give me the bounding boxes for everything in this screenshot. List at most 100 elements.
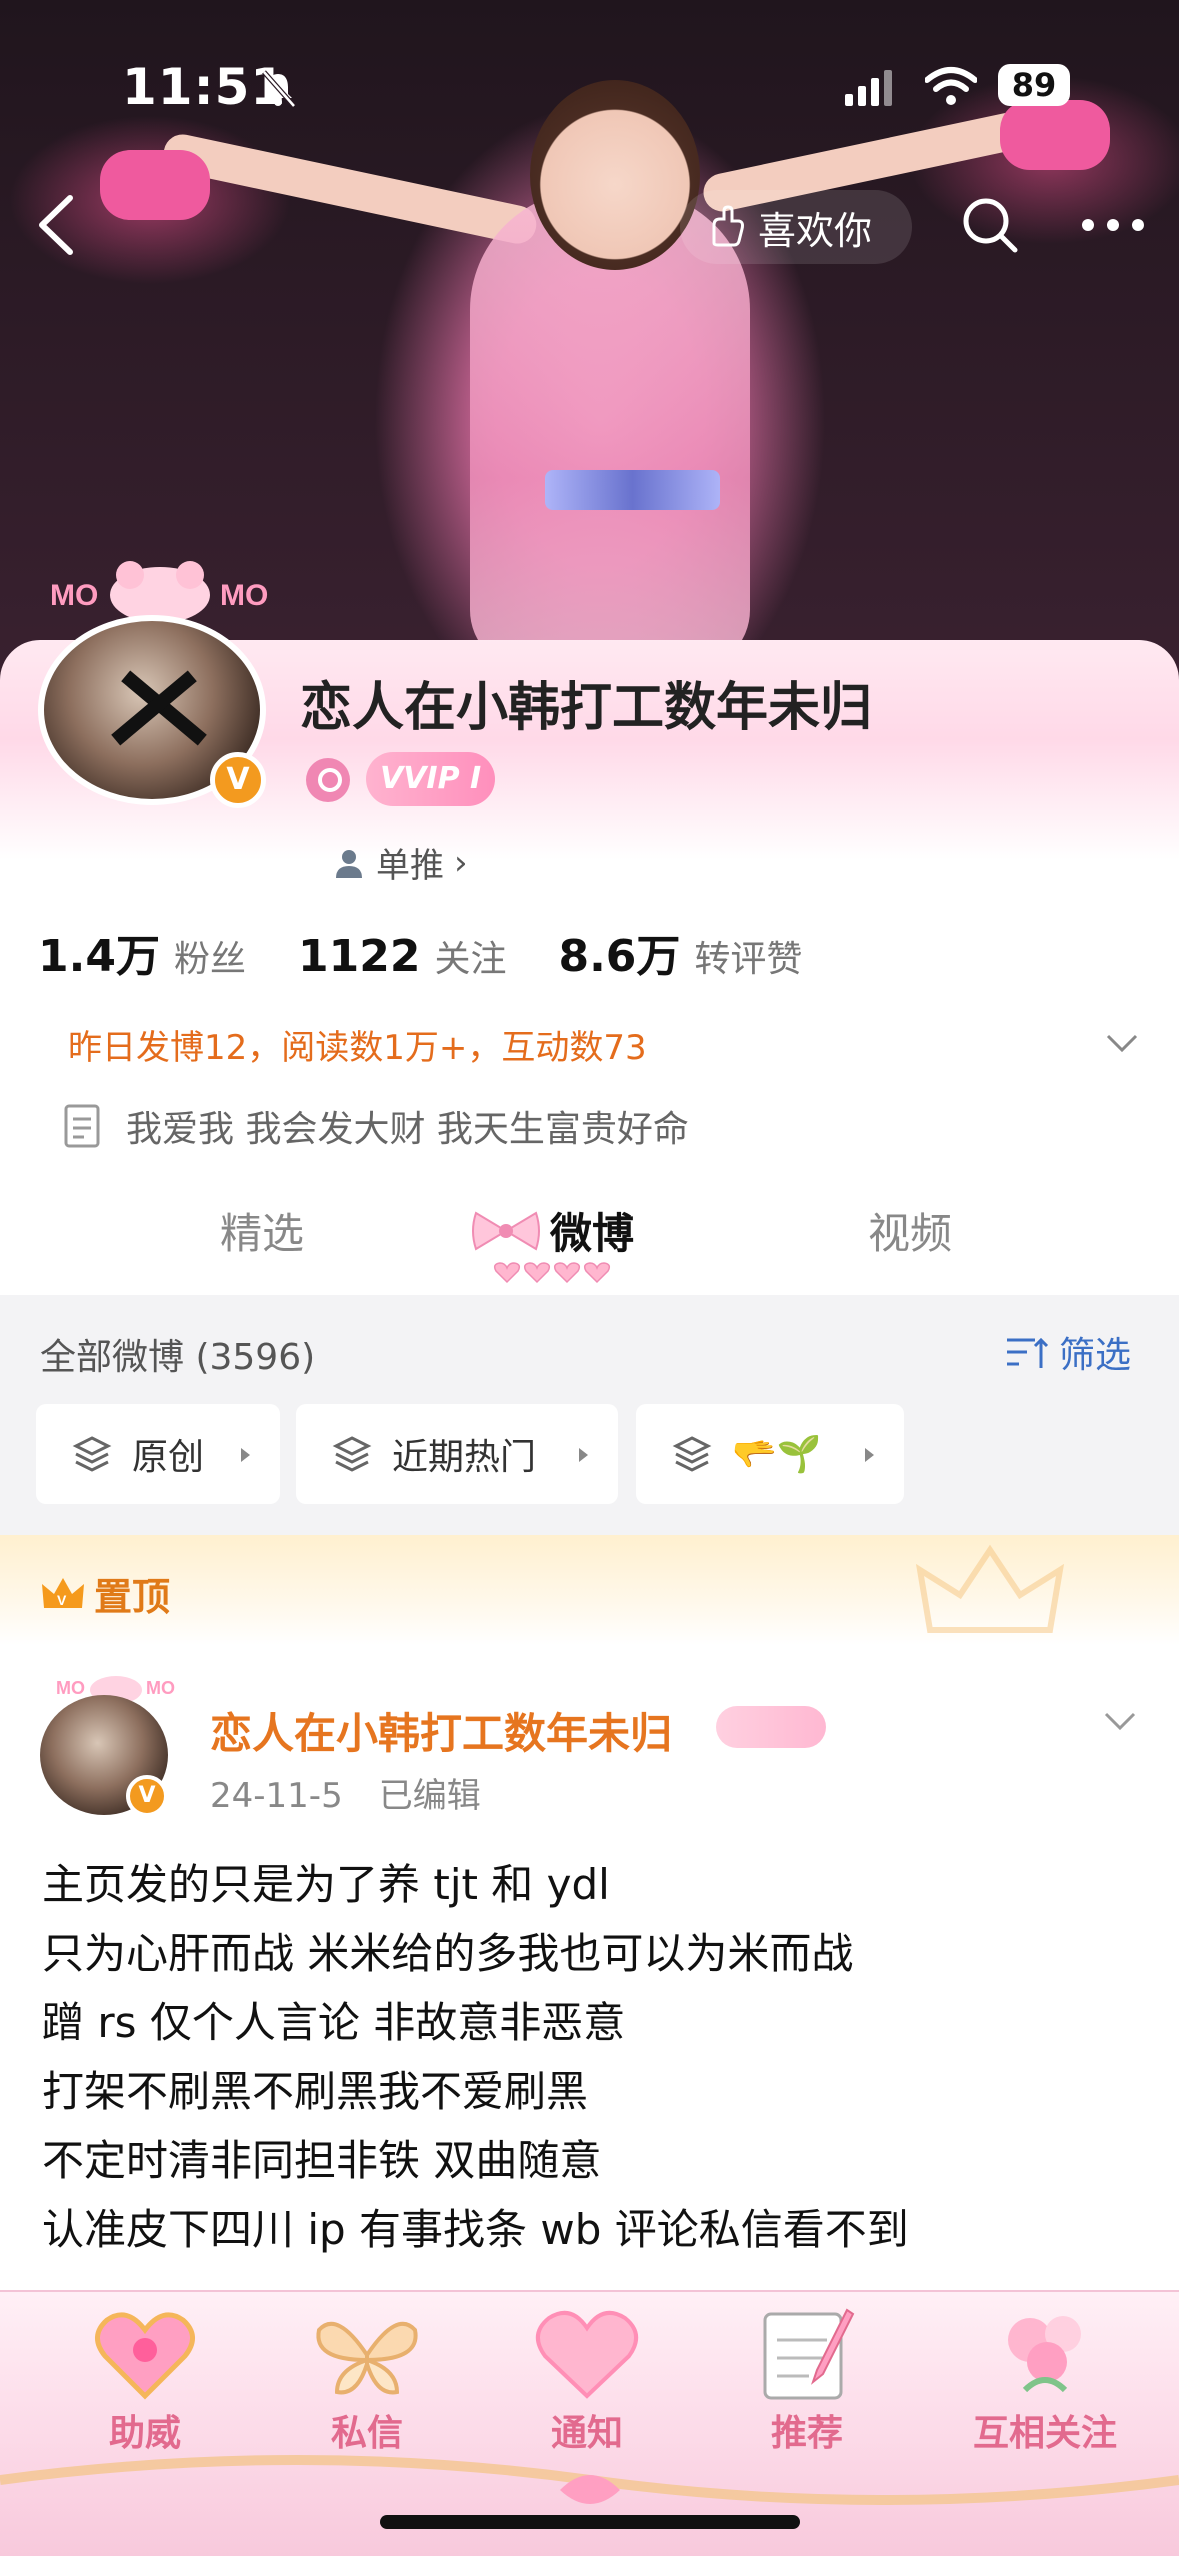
filter-chip-recent-hot[interactable]: 近期热门: [296, 1404, 618, 1504]
svg-text:MO: MO: [56, 1678, 85, 1698]
cover-decoration: [100, 150, 210, 220]
layers-icon: [672, 1436, 712, 1472]
tab-video[interactable]: 视频: [868, 1200, 952, 1261]
search-badge-icon[interactable]: [306, 758, 350, 802]
status-bar: 11:51 89: [0, 40, 1179, 130]
tab-label: 私信: [330, 2413, 403, 2454]
battery-level: 89: [998, 64, 1070, 106]
tab-messages[interactable]: 私信: [272, 2300, 462, 2470]
tab-label: 推荐: [770, 2413, 843, 2454]
chevron-right-icon: ›: [454, 842, 468, 883]
activity-summary: 昨日发博12，阅读数1万+，互动数73: [68, 1028, 647, 1068]
stat-label: 转评赞: [694, 939, 803, 980]
filter-icon: [1007, 1337, 1049, 1368]
tab-notifications[interactable]: 通知: [492, 2300, 682, 2470]
crown-icon: V: [42, 1577, 84, 1608]
post-line: 认准皮下四川 ip 有事找条 wb 评论私信看不到: [42, 2205, 909, 2254]
layers-icon: [72, 1436, 112, 1472]
svg-text:MO: MO: [50, 579, 98, 612]
back-arrow-icon[interactable]: [28, 190, 88, 260]
layers-icon: [332, 1436, 372, 1472]
tab-label: 通知: [550, 2413, 623, 2454]
filter-label: 筛选: [1059, 1335, 1132, 1376]
post-edited: 已编辑: [378, 1776, 481, 1816]
vvip-badge[interactable]: VVIP I: [366, 752, 496, 806]
butterfly-icon: [316, 2321, 418, 2395]
stat-following[interactable]: 1122 关注: [298, 930, 506, 982]
post-body[interactable]: 主页发的只是为了养 tjt 和 ydl 只为心肝而战 米米给的多我也可以为米而战…: [42, 1850, 1142, 2264]
filter-button[interactable]: 筛选: [1005, 1326, 1131, 1378]
cover-decoration: [545, 470, 720, 510]
person-icon: [336, 849, 362, 878]
tab-featured[interactable]: 精选: [220, 1200, 304, 1261]
avatar-frame-decoration: MO MO: [50, 561, 268, 623]
post-line: 不定时清非同担非铁 双曲随意: [42, 2136, 602, 2185]
filter-chip-original[interactable]: 原创: [36, 1404, 280, 1504]
like-you-label: 喜欢你: [758, 208, 873, 253]
heart-icon: [95, 2312, 195, 2400]
stat-value: 1122: [297, 931, 421, 982]
stat-fans[interactable]: 1.4万 粉丝: [38, 920, 246, 984]
bell-off-icon: [262, 70, 296, 108]
member-badge[interactable]: [716, 1706, 826, 1748]
wifi-icon: [925, 67, 977, 105]
all-weibo-count: 全部微博 (3596): [40, 1337, 316, 1378]
svg-text:MO: MO: [146, 1678, 175, 1698]
hearts-underline-decoration: [493, 1262, 611, 1284]
notepad-icon: [763, 2308, 855, 2400]
tab-mutual-follow[interactable]: 互相关注: [930, 2300, 1160, 2470]
stat-label: 粉丝: [173, 939, 246, 980]
more-options-icon[interactable]: [1068, 190, 1158, 260]
profile-stats: 1.4万 粉丝 1122 关注 8.6万 转评赞: [38, 920, 854, 984]
stat-value: 1.4万: [38, 931, 160, 982]
post-author-name[interactable]: 恋人在小韩打工数年未归: [210, 1700, 672, 1761]
bio-text: 我爱我 我会发大财 我天生富贵好命: [126, 1109, 689, 1150]
tab-label: 互相关注: [972, 2413, 1117, 2454]
svg-text:V: V: [57, 1592, 67, 1608]
chip-label: 🫳🌱: [732, 1434, 822, 1475]
post-date: 24-11-5: [210, 1776, 343, 1816]
post-line: 只为心肝而战 米米给的多我也可以为米而战: [42, 1929, 854, 1978]
triangle-right-icon: [579, 1448, 588, 1462]
post-line: 主页发的只是为了养 tjt 和 ydl: [42, 1860, 610, 1909]
pinned-label: V 置顶: [40, 1566, 170, 1621]
chip-label: 原创: [132, 1437, 205, 1478]
svg-text:MO: MO: [220, 579, 268, 612]
bio-row: 我爱我 我会发大财 我天生富贵好命: [62, 1100, 689, 1152]
pinned-text: 置顶: [94, 1575, 171, 1619]
profile-username: 恋人在小韩打工数年未归: [300, 678, 873, 738]
like-you-button[interactable]: 喜欢你: [680, 190, 912, 264]
post-line: 蹭 rs 仅个人言论 非故意非恶意: [42, 1998, 626, 2047]
chevron-down-icon[interactable]: [1098, 1700, 1142, 1744]
verified-badge: V: [210, 752, 266, 808]
filter-chip-custom[interactable]: 🫳🌱: [636, 1404, 904, 1504]
stat-label: 关注: [434, 939, 507, 980]
tab-weibo-label: 微博: [550, 1209, 635, 1258]
tab-cheer[interactable]: 助威: [50, 2300, 240, 2470]
post-meta: 24-11-5 已编辑: [210, 1768, 481, 1817]
tab-label: 助威: [108, 2413, 181, 2454]
triangle-right-icon: [865, 1448, 874, 1462]
hand-heart-icon: [712, 205, 744, 247]
crown-watermark-decoration: [915, 1544, 1065, 1633]
dantui-link[interactable]: 单推 ›: [332, 838, 468, 887]
document-icon: [64, 1104, 100, 1148]
cellular-signal-icon: [845, 70, 892, 106]
stat-interactions[interactable]: 8.6万 转评赞: [558, 920, 802, 984]
heart-icon: [536, 2310, 638, 2399]
flower-bouquet-icon: [1008, 2316, 1081, 2393]
bow-icon: [472, 1211, 540, 1250]
cover-decoration: [160, 130, 540, 248]
dantui-label: 单推: [376, 846, 444, 886]
verified-badge: V: [126, 1775, 168, 1817]
search-icon[interactable]: [955, 190, 1025, 260]
chevron-down-icon[interactable]: [1100, 1022, 1144, 1066]
profile-tabs: 精选 微博 视频: [0, 1180, 1179, 1290]
chip-label: 近期热门: [392, 1437, 537, 1478]
tab-recommend[interactable]: 推荐: [712, 2300, 902, 2470]
triangle-right-icon: [241, 1448, 250, 1462]
post-line: 打架不刷黑不刷黑我不爱刷黑: [42, 2067, 589, 2116]
tab-weibo[interactable]: 微博: [470, 1200, 634, 1261]
home-indicator[interactable]: [380, 2515, 800, 2529]
stat-value: 8.6万: [558, 931, 681, 982]
